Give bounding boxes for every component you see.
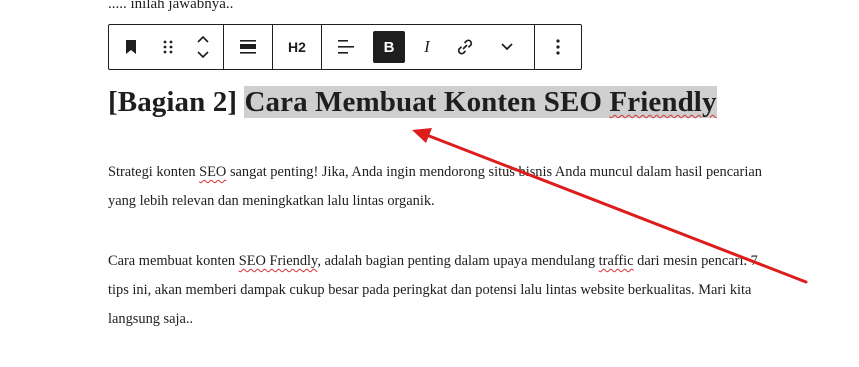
heading-level-group: H2	[273, 25, 322, 69]
link-icon[interactable]	[446, 25, 484, 69]
heading-selected-text: Cara Membuat Konten SEO Friendly	[244, 86, 717, 118]
heading-word: Konten	[443, 86, 537, 118]
paragraph-1[interactable]: Strategi konten SEO sangat penting! Jika…	[108, 158, 773, 216]
paragraph-text: Cara membuat konten	[108, 253, 236, 269]
paragraph-text: , adalah bagian penting dalam upaya mend…	[317, 253, 596, 269]
formatting-group: B I	[322, 25, 535, 69]
drag-handle-icon[interactable]	[153, 25, 183, 69]
spellcheck-word: SEO	[199, 164, 227, 180]
heading-word: Membuat	[315, 86, 437, 118]
paragraph-text: Strategi konten	[108, 164, 196, 180]
italic-button[interactable]: I	[408, 25, 446, 69]
spellcheck-word: SEO Friendly	[238, 253, 318, 269]
align-block-group	[224, 25, 273, 69]
heading-word: SEO	[543, 86, 603, 118]
block-toolbar: H2 B I	[108, 24, 582, 70]
previous-paragraph-text: ..... inilah jawabnya..	[108, 0, 234, 12]
page-title[interactable]: [Bagian 2] Cara Membuat Konten SEO Frien…	[108, 86, 717, 119]
block-controls-group	[109, 25, 224, 69]
spellcheck-word: traffic	[598, 253, 634, 269]
bookmark-icon[interactable]	[109, 25, 153, 69]
paragraph-2[interactable]: Cara membuat konten SEO Friendly, adalah…	[108, 247, 773, 334]
chevron-down-icon[interactable]	[484, 25, 530, 69]
align-text-icon[interactable]	[322, 25, 370, 69]
heading-level-button[interactable]: H2	[273, 25, 321, 69]
bold-button[interactable]: B	[373, 31, 405, 63]
more-options-icon[interactable]	[535, 25, 581, 69]
move-up-down-icon[interactable]	[183, 25, 223, 69]
align-block-icon[interactable]	[224, 25, 272, 69]
heading-word-misspelled: Friendly	[609, 86, 717, 118]
heading-prefix: [Bagian 2]	[108, 86, 238, 118]
heading-word: Cara	[244, 86, 308, 118]
more-options-group	[535, 25, 581, 69]
